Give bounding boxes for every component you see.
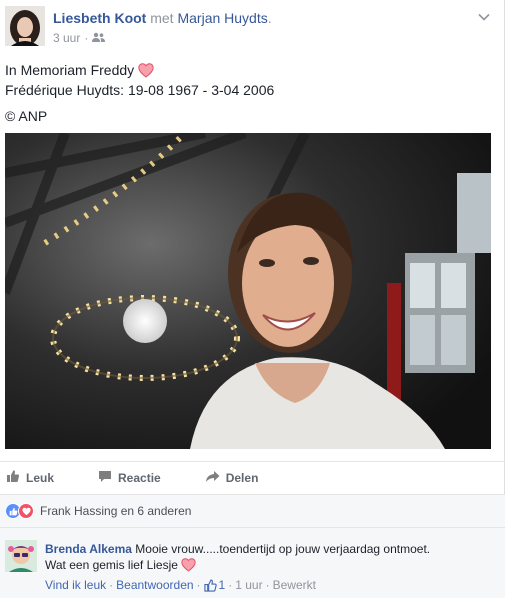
tagged-suffix: .: [267, 10, 272, 26]
post-line-1: In Memoriam Freddy: [5, 60, 274, 80]
heart-icon: [181, 558, 196, 572]
reaction-icons: [5, 503, 34, 519]
commenter-avatar[interactable]: [5, 540, 37, 572]
comment-like-link[interactable]: Vind ik leuk: [45, 578, 106, 592]
comment-label: Reactie: [118, 470, 161, 485]
post-header: Liesbeth Koot met Marjan Huydts. 3 uur ·: [0, 0, 505, 58]
comments-section: Brenda Alkema Mooie vrouw.....toendertij…: [0, 527, 505, 598]
comment-author[interactable]: Brenda Alkema: [45, 542, 132, 556]
friends-icon[interactable]: [92, 31, 106, 45]
post-author-line: Liesbeth Koot met Marjan Huydts.: [53, 10, 272, 26]
post-time[interactable]: 3 uur: [53, 31, 80, 45]
comment-sep-2: ·: [196, 578, 201, 592]
post-actions: Leuk Reactie Delen: [0, 461, 505, 493]
comment-text-line2: Wat een gemis lief Liesje: [45, 558, 178, 572]
post-photo[interactable]: [5, 133, 491, 449]
chevron-down-icon[interactable]: [477, 10, 491, 24]
heart-icon: [138, 62, 154, 78]
post-text: In Memoriam Freddy Frédérique Huydts: 19…: [5, 60, 274, 126]
reactions-text[interactable]: Frank Hassing en 6 anderen: [40, 504, 191, 518]
comment-like-count[interactable]: 1: [219, 578, 226, 592]
post-card: Liesbeth Koot met Marjan Huydts. 3 uur ·: [0, 0, 505, 598]
share-icon: [205, 470, 220, 486]
comment-actions: Vind ik leuk · Beantwoorden · 1 · 1 uur …: [45, 578, 316, 592]
reactions-summary[interactable]: Frank Hassing en 6 anderen: [0, 494, 505, 527]
thumbs-up-icon: [6, 469, 20, 486]
post-meta: 3 uur ·: [53, 31, 106, 45]
comment-time[interactable]: 1 uur: [235, 578, 262, 592]
with-word: met: [150, 10, 174, 26]
comment-edited[interactable]: Bewerkt: [273, 578, 316, 592]
comment-reply-link[interactable]: Beantwoorden: [116, 578, 193, 592]
tagged-name[interactable]: Marjan Huydts: [177, 10, 267, 26]
comment-sep-4: ·: [265, 578, 270, 592]
author-avatar[interactable]: [5, 6, 45, 46]
comment-icon: [98, 470, 112, 486]
meta-separator: ·: [84, 31, 89, 45]
share-label: Delen: [225, 470, 259, 485]
post-line-1-text: In Memoriam Freddy: [5, 62, 135, 78]
comment-body: Brenda Alkema Mooie vrouw.....toendertij…: [45, 541, 430, 573]
post-line-2-text: Frédérique Huydts: 19-08 1967 - 3-04 200…: [5, 82, 275, 98]
comment-sep-3: ·: [228, 578, 233, 592]
author-name[interactable]: Liesbeth Koot: [53, 10, 146, 26]
post-line-2: Frédérique Huydts: 19-08 1967 - 3-04 200…: [5, 80, 274, 100]
love-reaction-icon: [18, 503, 34, 519]
post-line-3-text: © ANP: [5, 108, 48, 124]
comment-sep-1: ·: [109, 578, 114, 592]
share-button[interactable]: Delen: [205, 470, 259, 486]
comment-button[interactable]: Reactie: [98, 470, 161, 486]
comment-text-line1: Mooie vrouw.....toendertijd op jouw verj…: [135, 542, 431, 556]
like-label: Leuk: [26, 470, 55, 485]
post-line-3: © ANP: [5, 106, 274, 126]
comment-like-icon[interactable]: [203, 579, 217, 592]
like-button[interactable]: Leuk: [6, 469, 54, 486]
